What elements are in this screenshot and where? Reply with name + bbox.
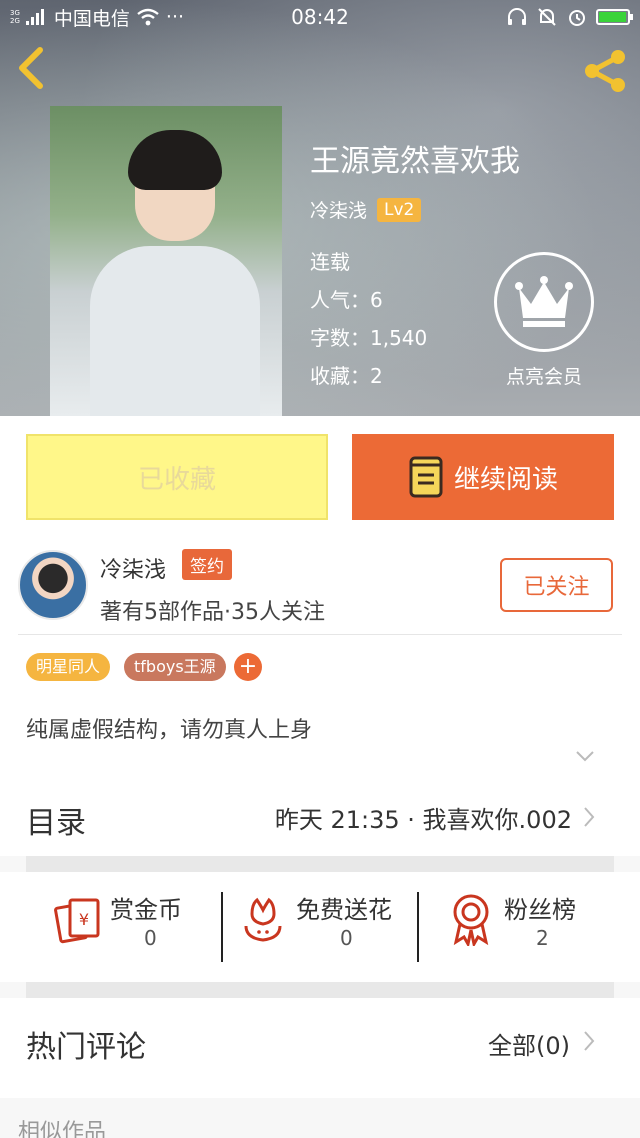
book-favorites: 收藏：2 <box>310 364 383 388</box>
author-level-badge: Lv2 <box>377 197 422 222</box>
reward-value: 0 <box>144 926 157 950</box>
add-tag-button[interactable]: + <box>234 653 262 681</box>
book-description: 纯属虚假结构，请勿真人上身 <box>26 718 313 743</box>
favorited-button[interactable]: 已收藏 <box>26 434 328 520</box>
crown-icon <box>515 276 573 327</box>
all-comments-link[interactable]: 全部(0) <box>488 1026 570 1061</box>
book-title: 王源竟然喜欢我 <box>310 144 520 179</box>
chevron-right-icon <box>584 1031 595 1051</box>
chevron-down-icon[interactable] <box>575 749 595 763</box>
reward-coins-button[interactable]: ¥ 赏金币 0 <box>54 890 214 970</box>
vip-button[interactable]: 点亮会员 <box>492 252 596 392</box>
tag-chip[interactable]: tfboys王源 <box>124 653 226 681</box>
follow-button[interactable]: 已关注 <box>500 558 613 612</box>
book-status: 连载 <box>310 250 350 274</box>
vip-label: 点亮会员 <box>505 366 582 388</box>
share-icon <box>585 50 625 92</box>
tag-chip[interactable]: 明星同人 <box>26 653 111 681</box>
latest-chapter[interactable]: 昨天 21:35 · 我喜欢你.002 <box>275 800 572 835</box>
book-cover[interactable] <box>50 106 282 416</box>
section-gap <box>26 856 614 872</box>
send-flower-button[interactable]: 免费送花 0 <box>240 890 410 970</box>
catalog-title: 目录 <box>26 806 86 841</box>
continue-reading-button[interactable]: 继续阅读 <box>352 434 614 520</box>
share-button[interactable] <box>580 48 630 94</box>
reward-label: 免费送花 <box>296 896 392 924</box>
hot-comments-title: 热门评论 <box>26 1030 146 1065</box>
catalog-row[interactable]: 目录 昨天 21:35 · 我喜欢你.002 <box>0 776 640 856</box>
headset-icon <box>508 8 526 25</box>
rewards-bar: ¥ 赏金币 0 免费送花 0 粉丝榜 2 <box>0 872 640 982</box>
author-card: 冷柒浅 签约 著有5部作品·35人关注 已关注 <box>0 536 640 636</box>
book-word-count: 字数：1,540 <box>310 326 428 350</box>
book-author-line: 冷柒浅 Lv2 <box>310 196 422 223</box>
status-bar: 3G 2G 中国电信 ··· 08:42 <box>0 0 640 34</box>
book-popularity: 人气：6 <box>310 288 383 312</box>
reward-value: 0 <box>340 926 353 950</box>
carrier-name: 中国电信 <box>53 7 130 30</box>
reward-label: 粉丝榜 <box>504 896 576 924</box>
flower-icon <box>244 897 282 942</box>
signal-icon <box>25 9 44 25</box>
divider <box>18 634 622 635</box>
divider <box>417 892 419 962</box>
chevron-right-icon <box>584 807 595 827</box>
tags-section: 明星同人 tfboys王源 + 纯属虚假结构，请勿真人上身 <box>0 636 640 776</box>
back-button[interactable] <box>14 46 54 90</box>
book-author[interactable]: 冷柒浅 <box>310 196 367 223</box>
reward-value: 2 <box>536 926 549 950</box>
reward-label: 赏金币 <box>110 896 182 924</box>
continue-reading-label: 继续阅读 <box>453 464 558 495</box>
author-name[interactable]: 冷柒浅 <box>100 552 166 584</box>
wifi-icon <box>137 8 159 26</box>
svg-text:¥: ¥ <box>79 910 89 929</box>
signed-badge: 签约 <box>182 549 232 580</box>
section-gap <box>26 982 614 998</box>
book-icon <box>409 456 443 498</box>
action-bar: 已收藏 继续阅读 <box>0 416 640 536</box>
battery-icon <box>596 9 633 25</box>
mute-bell-icon <box>538 8 556 26</box>
fan-ranking-button[interactable]: 粉丝榜 2 <box>448 890 618 970</box>
hot-comments-section: 热门评论 全部(0) <box>0 998 640 1098</box>
avatar[interactable] <box>18 550 88 620</box>
network-type-icon: 3G 2G <box>10 9 20 25</box>
divider <box>221 892 223 962</box>
similar-works-title: 相似作品 <box>18 1120 107 1138</box>
more-status-icon: ··· <box>165 6 185 28</box>
medal-icon <box>453 894 489 946</box>
chevron-left-icon <box>19 47 43 89</box>
coin-envelope-icon: ¥ <box>54 898 100 944</box>
book-header: 3G 2G 中国电信 ··· 08:42 王源竟然喜欢我 冷柒浅 Lv2 连载 … <box>0 0 640 416</box>
author-info: 著有5部作品·35人关注 <box>100 600 325 625</box>
alarm-icon <box>569 10 585 26</box>
